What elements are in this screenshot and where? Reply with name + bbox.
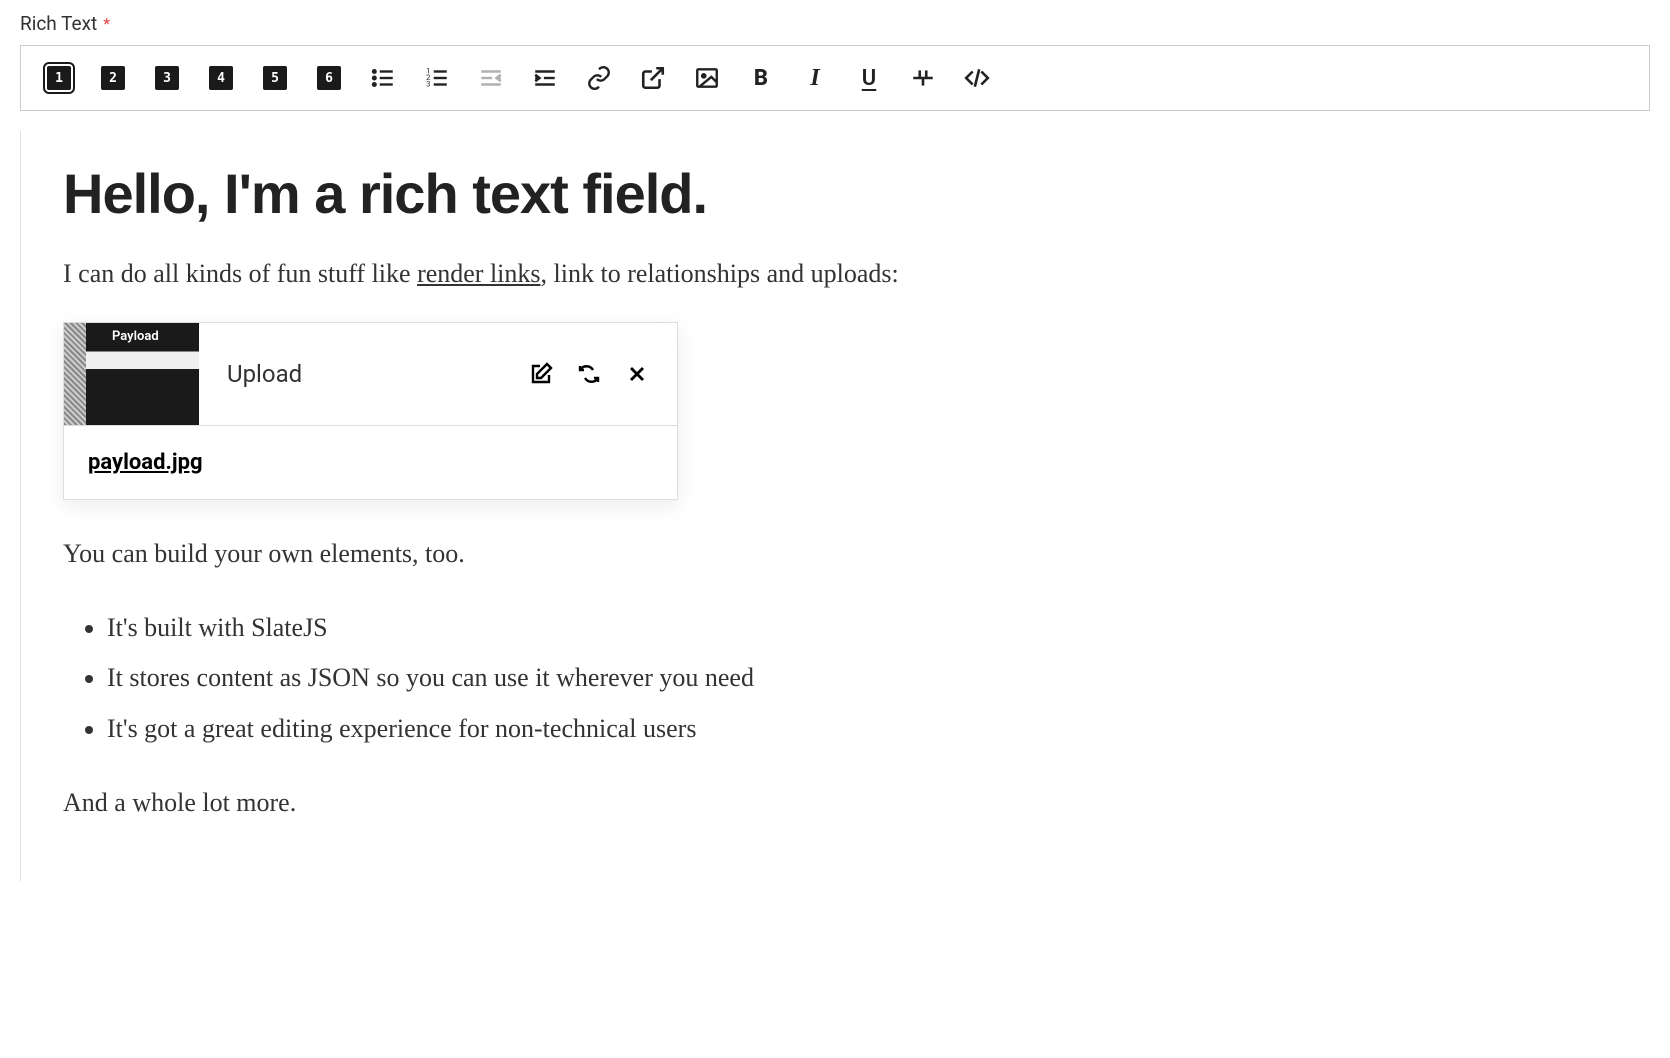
indent-button[interactable] — [531, 64, 559, 92]
upload-actions — [529, 362, 677, 386]
underline-button[interactable]: U — [855, 64, 883, 92]
link-button[interactable] — [585, 64, 613, 92]
list-item[interactable]: It stores content as JSON so you can use… — [107, 653, 1608, 704]
outdent-button[interactable] — [477, 64, 505, 92]
heading-5-button[interactable]: 5 — [261, 64, 289, 92]
external-link-button[interactable] — [639, 64, 667, 92]
heading-4-button[interactable]: 4 — [207, 64, 235, 92]
italic-button[interactable]: I — [801, 64, 829, 92]
upload-card-header: Upload — [64, 323, 677, 426]
heading-2-button[interactable]: 2 — [99, 64, 127, 92]
heading-6-button[interactable]: 6 — [315, 64, 343, 92]
unordered-list-button[interactable] — [369, 64, 397, 92]
field-label-text: Rich Text — [20, 12, 97, 35]
list-item[interactable]: It's built with SlateJS — [107, 603, 1608, 654]
bold-button[interactable]: B — [747, 64, 775, 92]
editor-content[interactable]: Hello, I'm a rich text field. I can do a… — [20, 131, 1650, 881]
upload-card: Upload payload.jpg — [63, 322, 678, 500]
strikethrough-button[interactable] — [909, 64, 937, 92]
render-links-link[interactable]: render links — [417, 259, 540, 288]
image-button[interactable] — [693, 64, 721, 92]
content-bullet-list[interactable]: It's built with SlateJS It stores conten… — [63, 603, 1608, 755]
field-label: Rich Text * — [20, 12, 1650, 35]
required-indicator: * — [103, 14, 110, 33]
svg-text:3: 3 — [426, 80, 430, 89]
heading-3-button[interactable]: 3 — [153, 64, 181, 92]
editor-toolbar: 1 2 3 4 5 6 123 B I U — [20, 45, 1650, 111]
heading-1-button[interactable]: 1 — [45, 64, 73, 92]
content-paragraph-2[interactable]: You can build your own elements, too. — [63, 536, 1608, 572]
upload-thumbnail[interactable] — [64, 323, 199, 425]
upload-filename[interactable]: payload.jpg — [64, 426, 677, 499]
content-paragraph-1[interactable]: I can do all kinds of fun stuff like ren… — [63, 256, 1608, 292]
swap-upload-button[interactable] — [577, 362, 601, 386]
ordered-list-button[interactable]: 123 — [423, 64, 451, 92]
content-heading[interactable]: Hello, I'm a rich text field. — [63, 161, 1608, 226]
list-item[interactable]: It's got a great editing experience for … — [107, 704, 1608, 755]
code-button[interactable] — [963, 64, 991, 92]
edit-upload-button[interactable] — [529, 362, 553, 386]
content-paragraph-3[interactable]: And a whole lot more. — [63, 785, 1608, 821]
remove-upload-button[interactable] — [625, 362, 649, 386]
upload-label: Upload — [199, 360, 529, 388]
